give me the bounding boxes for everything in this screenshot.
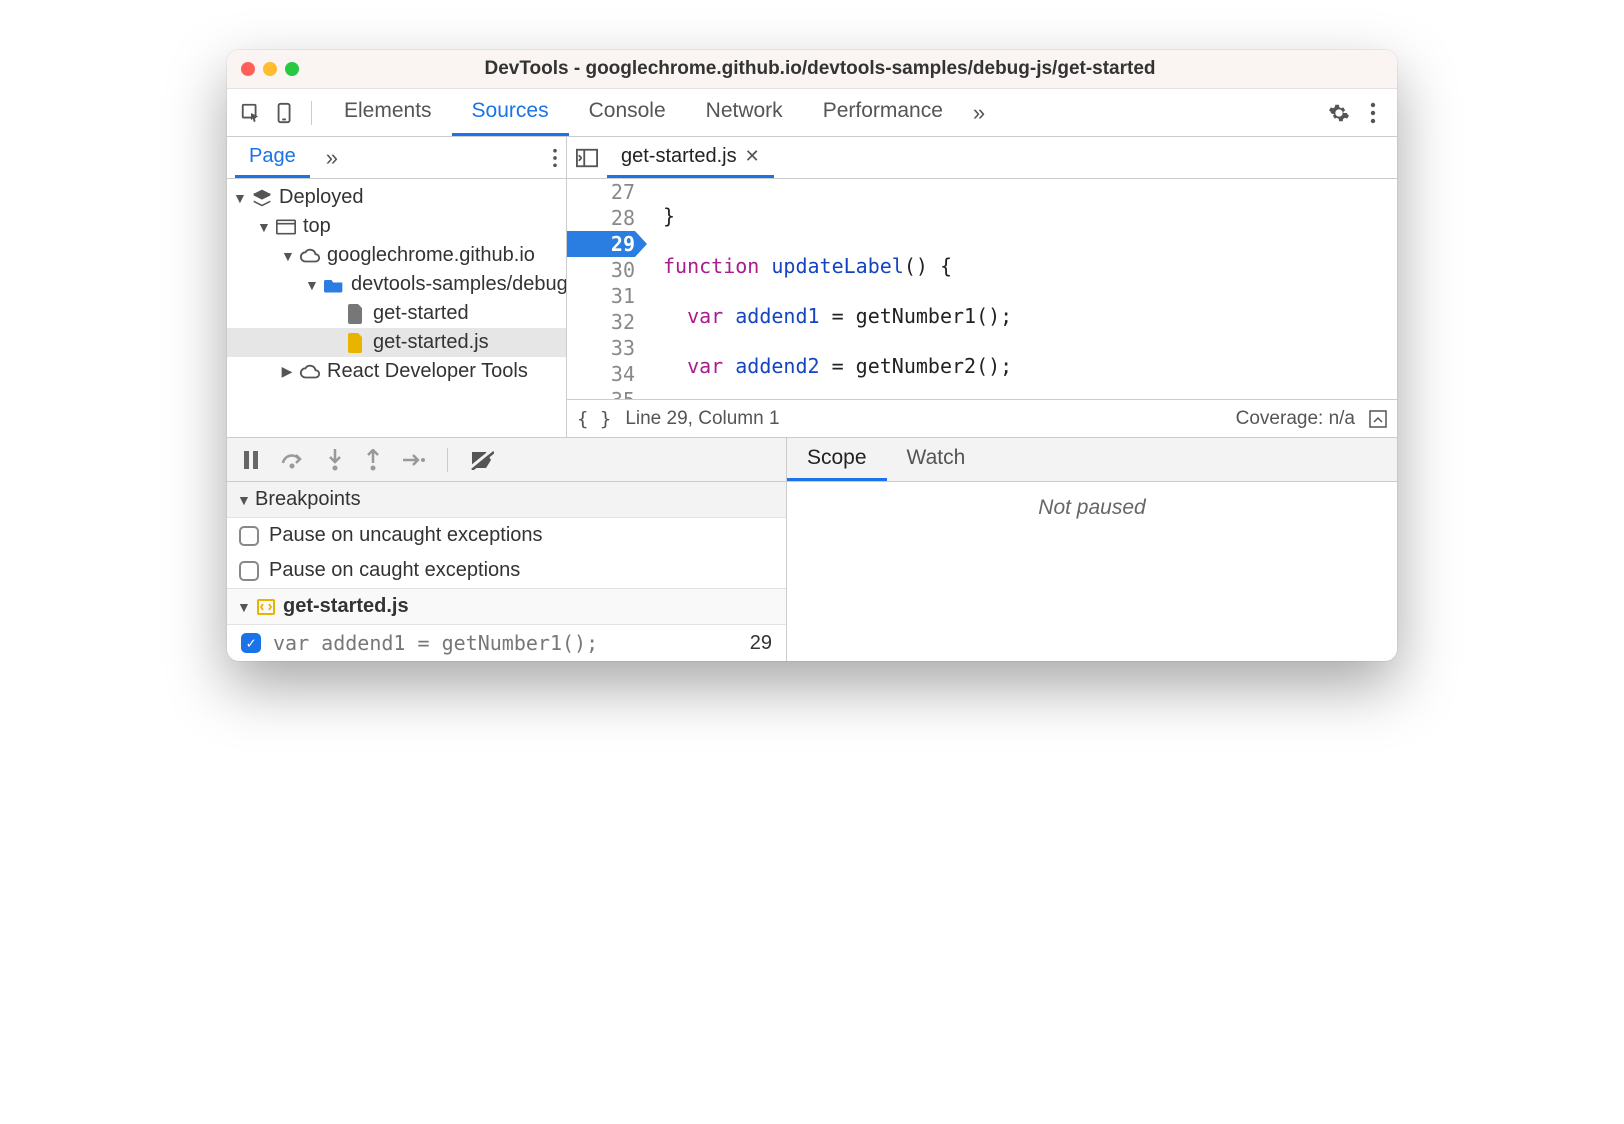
tree-top[interactable]: ▼ top — [227, 212, 566, 241]
tree-host[interactable]: ▼ googlechrome.github.io — [227, 241, 566, 270]
pause-uncaught-row[interactable]: Pause on uncaught exceptions — [227, 518, 786, 553]
expand-icon: ▼ — [305, 277, 317, 293]
pretty-print-icon[interactable]: { } — [577, 408, 611, 430]
tab-network[interactable]: Network — [686, 89, 803, 136]
devtools-window: DevTools - googlechrome.github.io/devtoo… — [227, 50, 1397, 661]
tab-performance[interactable]: Performance — [803, 89, 963, 136]
sources-content: Page » ▼ Deployed ▼ top ▼ — [227, 137, 1397, 437]
settings-icon[interactable] — [1325, 99, 1353, 127]
kebab-menu-icon[interactable] — [1359, 99, 1387, 127]
tree-folder[interactable]: ▼ devtools-samples/debug-js — [227, 270, 566, 299]
maximize-window-button[interactable] — [285, 62, 299, 76]
breakpoint-marker[interactable]: 29 — [567, 231, 635, 257]
step-into-icon[interactable] — [327, 449, 343, 471]
code-editor: get-started.js ✕ 27 28 29 30 31 32 33 34… — [567, 137, 1397, 437]
main-toolbar: Elements Sources Console Network Perform… — [227, 89, 1397, 137]
tree-label: Deployed — [279, 186, 364, 209]
tab-console[interactable]: Console — [569, 89, 686, 136]
tab-watch[interactable]: Watch — [887, 438, 986, 481]
section-label: Breakpoints — [255, 488, 361, 511]
titlebar: DevTools - googlechrome.github.io/devtoo… — [227, 50, 1397, 89]
step-over-icon[interactable] — [281, 451, 305, 469]
cloud-icon — [299, 245, 321, 267]
panel-tabs: Elements Sources Console Network Perform… — [324, 89, 1319, 136]
deactivate-breakpoints-icon[interactable] — [470, 450, 494, 470]
breakpoint-file-row[interactable]: ▼ get-started.js — [227, 588, 786, 625]
tree-file-html[interactable]: get-started — [227, 299, 566, 328]
checkbox-unchecked[interactable] — [239, 526, 259, 546]
cloud-icon — [299, 361, 321, 383]
code-content[interactable]: } function updateLabel() { var addend1 =… — [645, 179, 1397, 399]
breakpoint-file-label: get-started.js — [283, 595, 409, 618]
tree-react-devtools[interactable]: ▶ React Developer Tools — [227, 357, 566, 386]
navigator-tab-page[interactable]: Page — [235, 137, 310, 178]
scope-watch-tabs: Scope Watch — [787, 438, 1397, 482]
deployed-icon — [251, 187, 273, 209]
breakpoint-code-text: var addend1 = getNumber1(); — [273, 631, 598, 655]
navigator-sidebar: Page » ▼ Deployed ▼ top ▼ — [227, 137, 567, 437]
step-icon[interactable] — [403, 453, 425, 467]
device-toggle-icon[interactable] — [271, 99, 299, 127]
script-icon — [345, 332, 367, 354]
breakpoint-entry[interactable]: ✓ var addend1 = getNumber1(); 29 — [227, 625, 786, 661]
window-title: DevTools - googlechrome.github.io/devtoo… — [317, 58, 1383, 80]
navigator-tabs-overflow[interactable]: » — [316, 145, 348, 171]
file-tree: ▼ Deployed ▼ top ▼ googlechrome.github.i… — [227, 179, 566, 386]
document-icon — [345, 303, 367, 325]
tree-label: get-started.js — [373, 331, 489, 354]
code-area[interactable]: 27 28 29 30 31 32 33 34 35 } function up… — [567, 179, 1397, 399]
expand-icon: ▼ — [281, 248, 293, 264]
collapse-icon: ▼ — [237, 492, 249, 508]
navigator-tabs: Page » — [227, 137, 566, 179]
file-tab-label: get-started.js — [621, 145, 737, 168]
folder-icon — [323, 274, 345, 296]
checkbox-label: Pause on uncaught exceptions — [269, 524, 543, 547]
pause-icon[interactable] — [243, 451, 259, 469]
tab-scope[interactable]: Scope — [787, 438, 887, 481]
checkbox-checked[interactable]: ✓ — [241, 633, 261, 653]
tab-elements[interactable]: Elements — [324, 89, 452, 136]
breakpoint-line-number: 29 — [750, 632, 772, 655]
collapse-icon: ▼ — [237, 599, 249, 615]
pause-caught-row[interactable]: Pause on caught exceptions — [227, 553, 786, 588]
cursor-position: Line 29, Column 1 — [625, 408, 779, 430]
debugger-toolbar — [227, 438, 786, 482]
tab-sources[interactable]: Sources — [452, 89, 569, 136]
script-badge-icon — [257, 599, 275, 615]
debugger-left-pane: ▼ Breakpoints Pause on uncaught exceptio… — [227, 438, 787, 661]
tabs-overflow-button[interactable]: » — [963, 89, 995, 136]
line-gutter[interactable]: 27 28 29 30 31 32 33 34 35 — [567, 179, 645, 399]
window-controls — [241, 62, 299, 76]
tree-file-js[interactable]: get-started.js — [227, 328, 566, 357]
debugger-panel: ▼ Breakpoints Pause on uncaught exceptio… — [227, 437, 1397, 661]
close-window-button[interactable] — [241, 62, 255, 76]
frame-icon — [275, 216, 297, 238]
minimize-window-button[interactable] — [263, 62, 277, 76]
debugger-right-pane: Scope Watch Not paused — [787, 438, 1397, 661]
breakpoints-section-header[interactable]: ▼ Breakpoints — [227, 482, 786, 518]
inspect-element-icon[interactable] — [237, 99, 265, 127]
tree-label: React Developer Tools — [327, 360, 528, 383]
editor-statusbar: { } Line 29, Column 1 Coverage: n/a — [567, 399, 1397, 437]
expand-icon: ▼ — [257, 219, 269, 235]
navigator-kebab-icon[interactable] — [552, 148, 558, 168]
close-tab-icon[interactable]: ✕ — [745, 146, 760, 167]
toggle-navigator-icon[interactable] — [573, 148, 601, 168]
step-out-icon[interactable] — [365, 449, 381, 471]
tree-deployed[interactable]: ▼ Deployed — [227, 183, 566, 212]
tree-label: top — [303, 215, 331, 238]
file-tab-active[interactable]: get-started.js ✕ — [607, 137, 774, 178]
tree-label: devtools-samples/debug-js — [351, 273, 566, 296]
statusbar-menu-icon[interactable] — [1369, 410, 1387, 428]
checkbox-label: Pause on caught exceptions — [269, 559, 520, 582]
not-paused-message: Not paused — [787, 482, 1397, 534]
tree-label: get-started — [373, 302, 469, 325]
expand-icon: ▶ — [281, 363, 293, 380]
tree-label: googlechrome.github.io — [327, 244, 535, 267]
coverage-label: Coverage: n/a — [1236, 408, 1355, 430]
expand-icon: ▼ — [233, 190, 245, 206]
checkbox-unchecked[interactable] — [239, 561, 259, 581]
editor-file-tabs: get-started.js ✕ — [567, 137, 1397, 179]
